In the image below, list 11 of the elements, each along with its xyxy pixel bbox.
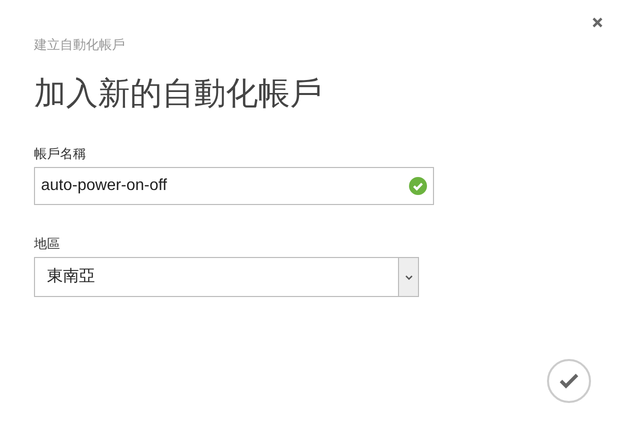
field-label: 帳戶名稱 (34, 147, 86, 160)
confirm-button[interactable] (547, 359, 591, 403)
checkmark-icon (559, 373, 579, 389)
dialog-title: 加入新的自動化帳戶 (34, 77, 322, 109)
account-name-field[interactable]: auto-power-on-off (34, 167, 434, 205)
close-button[interactable] (590, 15, 604, 29)
region-dropdown[interactable]: 東南亞 (34, 257, 419, 297)
chevron-down-icon (404, 274, 412, 280)
close-icon (592, 16, 602, 28)
dialog-subtitle: 建立自動化帳戶 (34, 38, 125, 51)
field-label: 地區 (34, 237, 60, 250)
